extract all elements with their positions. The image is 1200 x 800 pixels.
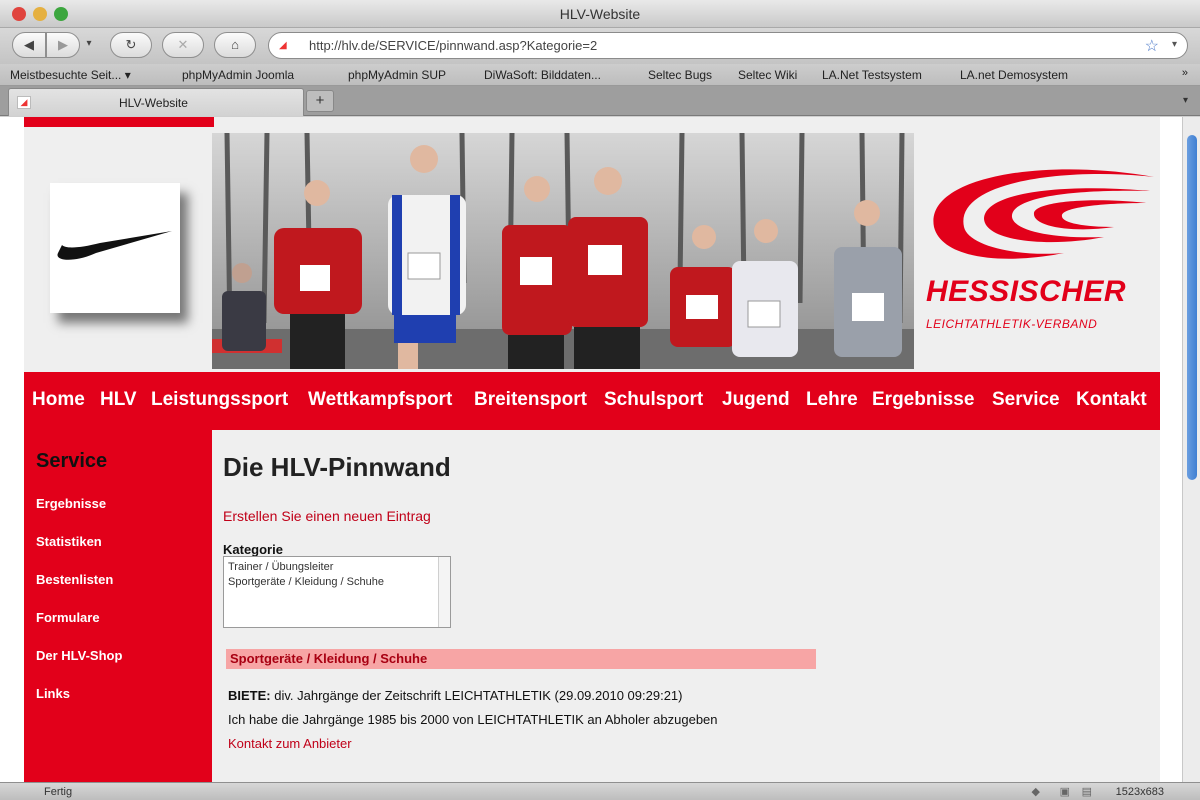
category-option[interactable]: Sportgeräte / Kleidung / Schuhe xyxy=(228,576,384,588)
entry-subject-text: div. Jahrgänge der Zeitschrift LEICHTATH… xyxy=(270,688,683,703)
tab-favicon-icon: ◢ xyxy=(17,96,31,109)
top-red-bar xyxy=(24,117,214,127)
nav-ergebnisse[interactable]: Ergebnisse xyxy=(872,389,974,411)
swoosh-logo-icon xyxy=(57,231,172,260)
category-option[interactable]: Trainer / Übungsleiter xyxy=(228,561,333,573)
back-button[interactable]: ◀ xyxy=(12,32,46,58)
window-titlebar: HLV-Website xyxy=(0,0,1200,28)
stop-button[interactable]: ✕ xyxy=(162,32,204,58)
entry-prefix: BIETE: xyxy=(228,688,271,703)
monitor-icon[interactable]: ▣ xyxy=(1060,785,1070,798)
verband-subtitle: LEICHTATHLETIK-VERBAND xyxy=(926,317,1098,331)
bookmark-item[interactable]: LA.net Demosystem xyxy=(960,68,1068,82)
entry-body: Ich habe die Jahrgänge 1985 bis 2000 von… xyxy=(228,712,718,727)
bookmark-item[interactable]: Seltec Wiki xyxy=(738,68,797,82)
category-header-text: Sportgeräte / Kleidung / Schuhe xyxy=(230,651,428,666)
forward-button[interactable]: ▶ xyxy=(46,32,80,58)
category-label: Kategorie xyxy=(223,542,283,557)
verband-logo[interactable]: HESSISCHER LEICHTATHLETIK-VERBAND xyxy=(924,157,1160,337)
tab-bar: ◢ HLV-Website + ▾ xyxy=(0,86,1200,116)
hlv-page: HESSISCHER LEICHTATHLETIK-VERBAND Home H… xyxy=(24,117,1160,782)
history-dropdown-icon[interactable]: ▾ xyxy=(82,32,96,58)
site-favicon-icon: ◢ xyxy=(279,40,287,51)
bookmark-item[interactable]: Meistbesuchte Seit... ▾ xyxy=(10,68,131,82)
browser-toolbar: ◀ ▶ ▾ ↻ ✕ ⌂ ◢ http://hlv.de/SERVICE/pinn… xyxy=(0,28,1200,64)
reload-button[interactable]: ↻ xyxy=(110,32,152,58)
sidebar-item-formulare[interactable]: Formulare xyxy=(36,610,100,625)
sidebar-item-shop[interactable]: Der HLV-Shop xyxy=(36,648,122,663)
nav-hlv[interactable]: HLV xyxy=(100,389,137,411)
addon-icon[interactable]: ◆ xyxy=(1032,785,1040,798)
service-sidebar: Service Ergebnisse Statistiken Bestenlis… xyxy=(24,430,212,782)
url-text[interactable]: http://hlv.de/SERVICE/pinnwand.asp?Kateg… xyxy=(309,38,597,53)
url-dropdown-icon[interactable]: ▾ xyxy=(1172,39,1177,50)
verband-swoosh-icon xyxy=(933,169,1154,259)
nav-service[interactable]: Service xyxy=(992,389,1060,411)
nav-schulsport[interactable]: Schulsport xyxy=(604,389,703,411)
bookmark-star-icon[interactable]: ☆ xyxy=(1145,36,1159,56)
bookmark-item[interactable]: LA.Net Testsystem xyxy=(822,68,922,82)
pdf-icon[interactable]: ▤ xyxy=(1082,785,1092,798)
create-entry-link[interactable]: Erstellen Sie einen neuen Eintrag xyxy=(223,508,431,524)
bookmarks-overflow-icon[interactable]: » xyxy=(1182,67,1188,79)
tab-list-icon[interactable]: ▾ xyxy=(1183,95,1188,106)
page-scrollbar[interactable] xyxy=(1182,117,1200,782)
verband-name: HESSISCHER xyxy=(926,275,1127,308)
hero-runners-photo xyxy=(212,133,914,369)
category-listbox[interactable]: Trainer / Übungsleiter Sportgeräte / Kle… xyxy=(223,556,451,628)
bookmark-item[interactable]: phpMyAdmin SUP xyxy=(348,68,446,82)
nav-home[interactable]: Home xyxy=(32,389,85,411)
nav-lehre[interactable]: Lehre xyxy=(806,389,858,411)
nav-wettkampfsport[interactable]: Wettkampfsport xyxy=(308,389,452,411)
nav-breitensport[interactable]: Breitensport xyxy=(474,389,587,411)
pinnwand-content: Die HLV-Pinnwand Erstellen Sie einen neu… xyxy=(212,430,1160,782)
sidebar-heading: Service xyxy=(36,450,108,472)
contact-provider-link[interactable]: Kontakt zum Anbieter xyxy=(228,736,352,751)
page-viewport: HESSISCHER LEICHTATHLETIK-VERBAND Home H… xyxy=(0,117,1182,782)
sidebar-item-statistiken[interactable]: Statistiken xyxy=(36,534,102,549)
bookmark-item[interactable]: DiWaSoft: Bilddaten... xyxy=(484,68,601,82)
sidebar-item-ergebnisse[interactable]: Ergebnisse xyxy=(36,496,106,511)
listbox-scrollbar[interactable] xyxy=(438,557,450,627)
nav-leistungssport[interactable]: Leistungssport xyxy=(151,389,288,411)
status-text: Fertig xyxy=(44,786,73,798)
page-title: Die HLV-Pinnwand xyxy=(223,452,451,482)
nav-kontakt[interactable]: Kontakt xyxy=(1076,389,1147,411)
sidebar-item-bestenlisten[interactable]: Bestenlisten xyxy=(36,572,113,587)
status-dimensions: 1523x683 xyxy=(1115,786,1164,798)
sponsor-logo[interactable] xyxy=(50,183,180,313)
scrollbar-thumb[interactable] xyxy=(1187,135,1197,480)
entry-subject: BIETE: div. Jahrgänge der Zeitschrift LE… xyxy=(228,688,683,703)
bookmarks-bar: Meistbesuchte Seit... ▾ phpMyAdmin Jooml… xyxy=(0,64,1200,86)
tab-hlv-website[interactable]: ◢ HLV-Website xyxy=(8,88,304,116)
address-bar[interactable]: ◢ http://hlv.de/SERVICE/pinnwand.asp?Kat… xyxy=(268,32,1188,59)
home-button[interactable]: ⌂ xyxy=(214,32,256,58)
sidebar-item-links[interactable]: Links xyxy=(36,686,70,701)
main-navigation: Home HLV Leistungssport Wettkampfsport B… xyxy=(24,372,1160,430)
tab-label: HLV-Website xyxy=(119,96,188,110)
nav-jugend[interactable]: Jugend xyxy=(722,389,790,411)
new-tab-button[interactable]: + xyxy=(306,90,334,112)
bookmark-item[interactable]: phpMyAdmin Joomla xyxy=(182,68,294,82)
status-bar: Fertig ◆ ▣ ▤ 1523x683 xyxy=(0,782,1200,800)
window-title: HLV-Website xyxy=(559,6,641,22)
category-header-bar: Sportgeräte / Kleidung / Schuhe xyxy=(226,649,816,669)
bookmark-item[interactable]: Seltec Bugs xyxy=(648,68,712,82)
